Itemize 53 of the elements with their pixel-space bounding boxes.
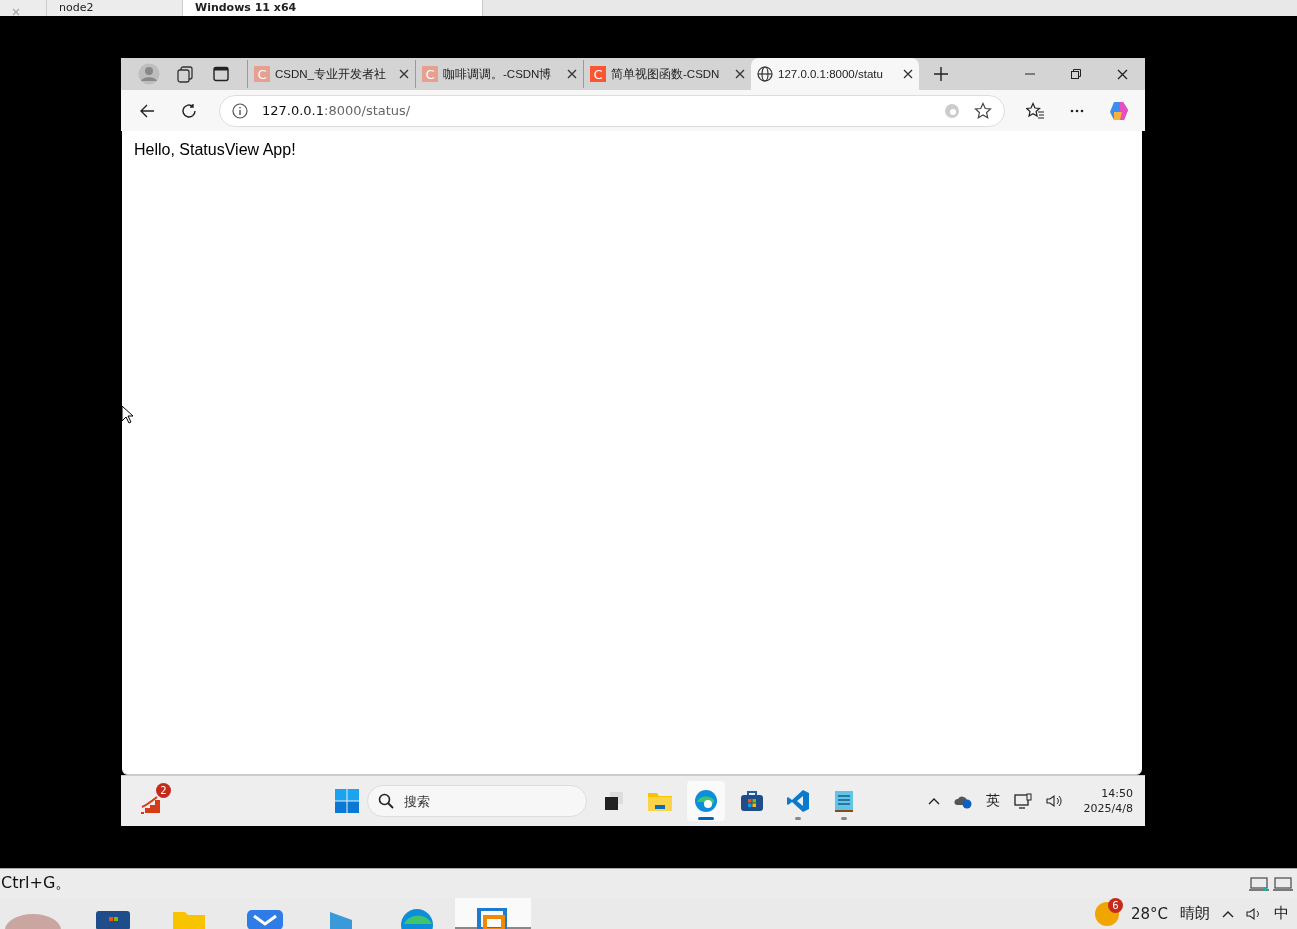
code-editor-icon (786, 789, 810, 813)
back-arrow-icon[interactable] (139, 102, 155, 119)
folder-icon (647, 790, 673, 812)
input-method-text[interactable]: 英 (985, 792, 1000, 810)
refresh-icon[interactable] (181, 102, 197, 119)
notification-badge: 2 (156, 783, 171, 798)
info-icon[interactable] (232, 102, 248, 119)
star-icon[interactable] (974, 101, 992, 120)
host-tab[interactable]: node2 (47, 0, 183, 16)
workspaces-icon[interactable] (176, 65, 194, 83)
browser-tab[interactable]: 127.0.0.1:8000/statu (751, 58, 919, 90)
plus-icon[interactable] (933, 66, 949, 82)
site-favicon: C (254, 66, 270, 82)
close-icon[interactable] (1116, 68, 1128, 80)
speaker-icon[interactable] (1045, 794, 1062, 808)
browser-tab[interactable]: C 咖啡调调。-CSDN博 (415, 60, 583, 88)
host-taskbar-app[interactable] (455, 898, 531, 929)
notepad-icon (834, 789, 854, 813)
search-field[interactable]: 搜索 (367, 785, 587, 817)
task-view-icon (604, 791, 624, 811)
store-icon (95, 908, 131, 929)
clock-date[interactable]: 2025/4/8 (1083, 802, 1133, 815)
input-method-text[interactable]: 中 (1274, 904, 1289, 923)
chevron-up-icon[interactable] (1222, 909, 1234, 918)
copilot-icon[interactable] (1108, 99, 1130, 122)
device-icon (1249, 876, 1269, 891)
chevron-up-icon[interactable] (927, 797, 940, 805)
host-tab[interactable]: Windows 11 x64 (183, 0, 483, 16)
tab-actions-icon[interactable] (213, 66, 229, 82)
browser-tab[interactable]: C CSDN_专业开发者社 (247, 60, 415, 88)
restore-icon[interactable] (1071, 69, 1081, 79)
site-favicon: C (590, 66, 606, 82)
globe-icon (757, 66, 773, 82)
page-text: Hello, StatusView App! (134, 141, 296, 158)
store-icon (740, 790, 764, 812)
close-icon[interactable] (399, 69, 409, 79)
network-icon[interactable] (1013, 793, 1032, 809)
site-favicon: C (422, 66, 438, 82)
close-icon[interactable] (567, 69, 577, 79)
more-icon[interactable] (1070, 108, 1084, 113)
close-icon[interactable] (903, 69, 913, 79)
notification-badge: 6 (1107, 898, 1123, 913)
status-text: Ctrl+G。 (1, 873, 72, 894)
close-icon[interactable] (735, 69, 745, 79)
weather-text[interactable]: 晴朗 (1180, 904, 1210, 923)
device-icon (1273, 876, 1293, 891)
windows-start-icon[interactable] (335, 789, 359, 813)
speaker-icon[interactable] (1246, 906, 1262, 921)
mail-app-icon (246, 908, 284, 929)
favorites-icon[interactable] (1026, 101, 1044, 120)
temperature-text[interactable]: 28°C (1130, 904, 1168, 923)
browser-tab[interactable]: C 简单视图函数-CSDN (583, 60, 751, 88)
clock-time[interactable]: 14:50 (1101, 787, 1133, 800)
